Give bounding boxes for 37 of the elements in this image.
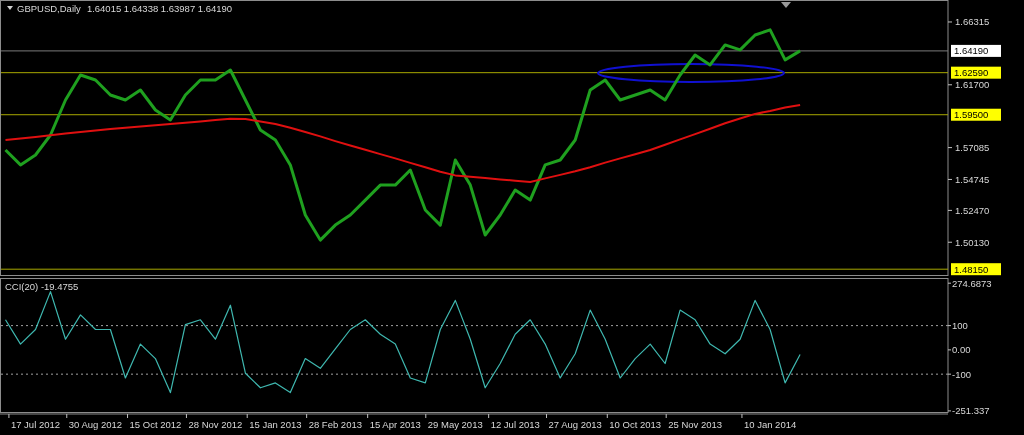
date-axis-label: 10 Oct 2013 [609, 419, 662, 430]
date-axis-label: 10 Jan 2014 [743, 419, 797, 430]
price-axis-label: 1.57085 [955, 142, 990, 154]
price-level-tag: 1.64190 [951, 44, 1001, 57]
price-level-tag: 1.48150 [951, 263, 1001, 276]
price-axis-label: 1.52470 [955, 204, 990, 216]
price-axis-label: 1.66315 [955, 16, 990, 28]
price-level-tag: 1.59500 [951, 108, 1001, 121]
date-axis-label: 28 Feb 2013 [308, 419, 362, 430]
date-axis-label: 15 Jan 2013 [249, 419, 302, 430]
price-axis-label: 1.50130 [955, 236, 990, 248]
indicator-axis-label: 0.00 [952, 344, 971, 356]
chart-title: GBPUSD,Daily [17, 3, 81, 14]
date-axis-label: 27 Aug 2013 [548, 419, 602, 430]
price-axis-label: 1.61700 [955, 79, 990, 91]
shift-triangle-icon[interactable] [781, 2, 791, 8]
dropdown-triangle-icon[interactable] [7, 6, 13, 10]
date-axis-label: 30 Aug 2012 [68, 419, 123, 430]
date-axis-label: 12 Jul 2013 [490, 419, 540, 430]
indicator-axis-label: -251.337 [952, 405, 990, 417]
date-axis-label: 15 Apr 2013 [369, 419, 421, 430]
ref-line-label: 1.62590 [954, 67, 989, 79]
ohlc-values: 1.64015 1.64338 1.63987 1.64190 [86, 3, 233, 14]
ref-line-label: 1.64190 [954, 45, 989, 57]
date-axis-label: 17 Jul 2012 [10, 419, 61, 430]
indicator-axis-label: 274.6873 [952, 278, 992, 289]
date-axis-label: 29 May 2013 [427, 419, 483, 430]
date-axis-label: 15 Oct 2012 [129, 419, 182, 430]
price-level-tag: 1.62590 [951, 66, 1001, 79]
price-axis-label: 1.54745 [955, 173, 990, 185]
indicator-axis-label: -100 [952, 368, 971, 380]
ref-line-label: 1.59500 [954, 109, 989, 121]
indicator-axis-label: 100 [952, 320, 968, 332]
date-axis-label: 25 Nov 2013 [668, 419, 723, 430]
date-axis-label: 28 Nov 2012 [188, 419, 243, 430]
ref-line-label: 1.48150 [954, 263, 989, 275]
indicator-title: CCI(20) -19.4755 [5, 281, 79, 292]
